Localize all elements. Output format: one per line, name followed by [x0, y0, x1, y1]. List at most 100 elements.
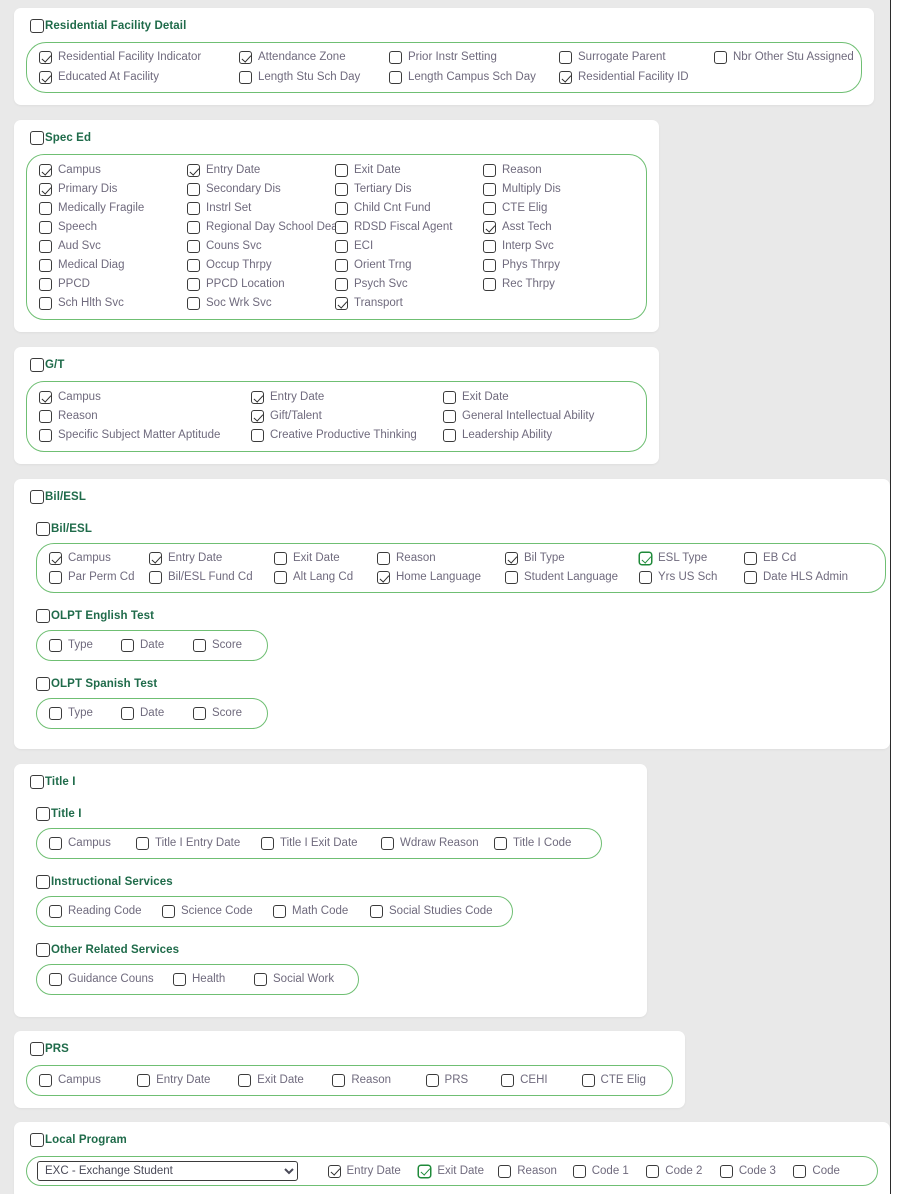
checkbox-par-perm-cd[interactable]: Par Perm Cd	[49, 568, 149, 587]
checkbox-psych-svc[interactable]: Psych Svc	[335, 275, 483, 294]
checkbox-box[interactable]	[793, 1164, 807, 1178]
checkbox-rec-thrpy[interactable]: Rec Thrpy	[483, 275, 613, 294]
section-checkbox-spec-ed[interactable]	[30, 131, 44, 145]
checkbox-campus[interactable]: Campus	[39, 1071, 137, 1090]
checkbox-educated-at-facility[interactable]: Educated At Facility	[39, 68, 239, 87]
section-header-gt[interactable]: G/T	[30, 358, 647, 372]
checkbox-box[interactable]	[149, 552, 162, 565]
checkbox-ppcd[interactable]: PPCD	[39, 275, 187, 294]
checkbox-nbr-other-stu-assigned[interactable]: Nbr Other Stu Assigned	[714, 48, 884, 67]
checkbox-box[interactable]	[443, 410, 456, 423]
checkbox-box[interactable]	[39, 1074, 52, 1087]
checkbox-box[interactable]	[137, 1074, 151, 1087]
checkbox-box[interactable]	[49, 973, 62, 986]
section-header-title-i-outer[interactable]: Title I	[30, 775, 635, 789]
checkbox-wdraw-reason[interactable]: Wdraw Reason	[381, 834, 494, 853]
checkbox-box[interactable]	[501, 1074, 515, 1087]
checkbox-campus[interactable]: Campus	[49, 834, 136, 853]
checkbox-code-1[interactable]: Code 1	[572, 1162, 647, 1181]
checkbox-box[interactable]	[274, 552, 287, 565]
section-checkbox-local-program[interactable]	[30, 1133, 44, 1147]
subsection-checkbox-title-i[interactable]	[36, 807, 50, 821]
checkbox-box[interactable]	[639, 552, 652, 565]
checkbox-box[interactable]	[714, 51, 727, 64]
checkbox-instrl-set[interactable]: Instrl Set	[187, 199, 335, 218]
checkbox-box[interactable]	[251, 391, 264, 404]
checkbox-box[interactable]	[483, 221, 496, 234]
checkbox-box[interactable]	[335, 278, 348, 291]
section-checkbox-residential-facility-detail[interactable]	[30, 19, 44, 33]
checkbox-date[interactable]: Date	[121, 636, 193, 655]
checkbox-box[interactable]	[39, 429, 52, 442]
subsection-header-olpt-english-test[interactable]: OLPT English Test	[36, 609, 878, 623]
checkbox-aud-svc[interactable]: Aud Svc	[39, 237, 187, 256]
section-header-residential-facility-detail[interactable]: Residential Facility Detail	[30, 19, 862, 33]
checkbox-residential-facility-id[interactable]: Residential Facility ID	[559, 68, 714, 87]
checkbox-box[interactable]	[187, 259, 200, 272]
checkbox-reason[interactable]: Reason	[483, 161, 613, 180]
checkbox-box[interactable]	[193, 707, 206, 720]
checkbox-science-code[interactable]: Science Code	[162, 902, 273, 921]
checkbox-eb-cd[interactable]: EB Cd	[744, 549, 864, 568]
checkbox-score[interactable]: Score	[193, 636, 255, 655]
checkbox-box[interactable]	[39, 297, 52, 310]
checkbox-box[interactable]	[39, 202, 52, 215]
checkbox-box[interactable]	[327, 1164, 341, 1178]
checkbox-social-studies-code[interactable]: Social Studies Code	[370, 902, 500, 921]
checkbox-social-work[interactable]: Social Work	[254, 970, 346, 989]
checkbox-entry-date[interactable]: Entry Date	[187, 161, 335, 180]
checkbox-orient-trng[interactable]: Orient Trng	[335, 256, 483, 275]
subsection-checkbox-other-related-services[interactable]	[36, 943, 50, 957]
checkbox-box[interactable]	[187, 202, 200, 215]
checkbox-box[interactable]	[49, 707, 62, 720]
checkbox-medically-fragile[interactable]: Medically Fragile	[39, 199, 187, 218]
checkbox-child-cnt-fund[interactable]: Child Cnt Fund	[335, 199, 483, 218]
subsection-checkbox-instructional-services[interactable]	[36, 875, 50, 889]
checkbox-box[interactable]	[39, 410, 52, 423]
checkbox-campus[interactable]: Campus	[49, 549, 149, 568]
checkbox-cehi[interactable]: CEHI	[501, 1071, 581, 1090]
checkbox-regional-day-school-deaf[interactable]: Regional Day School Deaf	[187, 218, 341, 237]
checkbox-exit-date[interactable]: Exit Date	[274, 549, 377, 568]
checkbox-box[interactable]	[39, 51, 52, 64]
checkbox-box[interactable]	[274, 571, 287, 584]
checkbox-box[interactable]	[335, 297, 348, 310]
checkbox-box[interactable]	[639, 571, 652, 584]
checkbox-campus[interactable]: Campus	[39, 388, 251, 407]
checkbox-reason[interactable]: Reason	[377, 549, 505, 568]
checkbox-length-stu-sch-day[interactable]: Length Stu Sch Day	[239, 68, 389, 87]
checkbox-tertiary-dis[interactable]: Tertiary Dis	[335, 180, 483, 199]
section-header-spec-ed[interactable]: Spec Ed	[30, 131, 647, 145]
checkbox-box[interactable]	[483, 259, 496, 272]
checkbox-sch-hlth-svc[interactable]: Sch Hlth Svc	[39, 294, 187, 313]
checkbox-alt-lang-cd[interactable]: Alt Lang Cd	[274, 568, 377, 587]
section-header-prs[interactable]: PRS	[30, 1042, 673, 1056]
checkbox-occup-thrpy[interactable]: Occup Thrpy	[187, 256, 335, 275]
checkbox-box[interactable]	[381, 837, 394, 850]
checkbox-type[interactable]: Type	[49, 636, 121, 655]
checkbox-type[interactable]: Type	[49, 704, 121, 723]
checkbox-box[interactable]	[39, 391, 52, 404]
checkbox-yrs-us-sch[interactable]: Yrs US Sch	[639, 568, 744, 587]
section-checkbox-title-i-outer[interactable]	[30, 775, 44, 789]
checkbox-box[interactable]	[335, 183, 348, 196]
checkbox-box[interactable]	[239, 51, 252, 64]
checkbox-box[interactable]	[187, 297, 200, 310]
checkbox-rdsd-fiscal-agent[interactable]: RDSD Fiscal Agent	[335, 218, 483, 237]
checkbox-box[interactable]	[483, 240, 496, 253]
checkbox-box[interactable]	[39, 221, 52, 234]
checkbox-entry-date[interactable]: Entry Date	[327, 1162, 419, 1181]
checkbox-box[interactable]	[273, 905, 286, 918]
section-checkbox-bil-esl-outer[interactable]	[30, 490, 44, 504]
checkbox-box[interactable]	[581, 1074, 595, 1087]
checkbox-box[interactable]	[377, 552, 390, 565]
subsection-header-title-i[interactable]: Title I	[36, 807, 635, 821]
checkbox-attendance-zone[interactable]: Attendance Zone	[239, 48, 389, 67]
checkbox-box[interactable]	[418, 1164, 432, 1178]
checkbox-box[interactable]	[49, 905, 62, 918]
checkbox-box[interactable]	[162, 905, 175, 918]
checkbox-health[interactable]: Health	[173, 970, 254, 989]
checkbox-prior-instr-setting[interactable]: Prior Instr Setting	[389, 48, 559, 67]
checkbox-couns-svc[interactable]: Couns Svc	[187, 237, 335, 256]
subsection-header-bil-esl[interactable]: Bil/ESL	[36, 522, 878, 536]
